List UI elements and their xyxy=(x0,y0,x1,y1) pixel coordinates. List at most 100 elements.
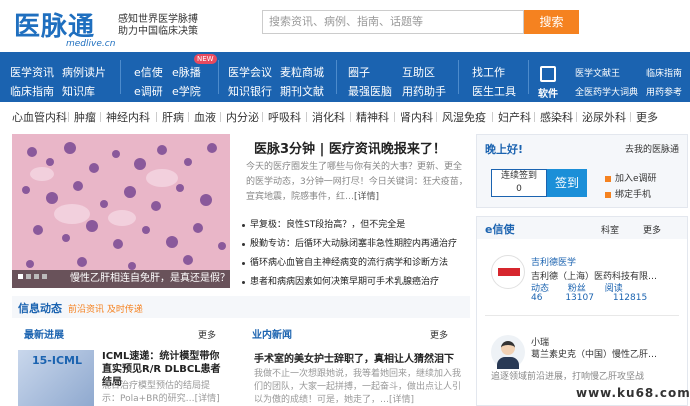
nav-e-broadcast[interactable]: e脉播 xyxy=(172,64,201,80)
nav-e-academy[interactable]: e学院 xyxy=(172,83,201,99)
category-divider xyxy=(394,112,395,122)
nav-drug-assistant[interactable]: 用药助手 xyxy=(402,83,446,99)
nav-conferences[interactable]: 医学会议 xyxy=(228,64,272,80)
new-badge: NEW xyxy=(194,54,217,64)
slogan-line-2: 助力中国临床决策 xyxy=(118,26,198,37)
news-summary: 我做不止一次想跟她说，我等着她回来，继续加入我们的团队，大家一起拼搏，一起奋斗，… xyxy=(254,369,462,405)
category-divider xyxy=(534,112,535,122)
nav-mall[interactable]: 麦粒商城 xyxy=(280,64,324,80)
news-thumbnail[interactable]: 15-ICML xyxy=(18,350,94,406)
category-divider xyxy=(220,112,221,122)
account-name[interactable]: 吉利德医学 xyxy=(531,255,576,268)
news-summary: 混合治疗模型预估的结局提示：Pola+BR的研究…[详情] xyxy=(102,381,220,404)
stat-value-fans: 13107 xyxy=(565,293,594,303)
software-icon xyxy=(540,66,556,82)
account-desc: 葛兰素史克（中国）慢性乙肝… xyxy=(531,350,658,360)
featured-title[interactable]: 医脉3分钟 | 医疗资讯晚报来了！ xyxy=(254,138,446,157)
nav-journals[interactable]: 期刊文献 xyxy=(280,83,324,99)
nav-divider xyxy=(458,60,459,94)
sign-counter-label: 连续签到 xyxy=(500,171,537,181)
nav-guidelines[interactable]: 临床指南 xyxy=(10,83,54,99)
nav-knowledge-bank[interactable]: 知识银行 xyxy=(228,83,272,99)
category-divider xyxy=(68,112,69,122)
category-psychiatry[interactable]: 精神科 xyxy=(356,109,389,125)
category-divider xyxy=(630,112,631,122)
join-survey-link[interactable]: 加入e调研 xyxy=(605,171,657,184)
thumbnail-label: 15-ICML xyxy=(32,354,82,367)
info-title: 信息动态 xyxy=(18,302,62,315)
nav-knowledge[interactable]: 知识库 xyxy=(62,83,95,99)
e-messenger-more[interactable]: 更多 xyxy=(643,223,661,236)
list-item[interactable]: 早复极：良性ST段抬高？，但不完全是 xyxy=(240,216,472,235)
nav-drug-reference[interactable]: 用药参考 xyxy=(646,85,682,98)
industry-news-more[interactable]: 更多 xyxy=(430,328,448,341)
category-respiratory[interactable]: 呼吸科 xyxy=(268,109,301,125)
category-nephrology[interactable]: 肾内科 xyxy=(400,109,433,125)
nav-jobs[interactable]: 找工作 xyxy=(472,64,505,80)
carousel-dot[interactable] xyxy=(42,274,47,279)
nav-forum[interactable]: 互助区 xyxy=(402,64,435,80)
category-infectious[interactable]: 感染科 xyxy=(540,109,573,125)
bind-phone-link[interactable]: 绑定手机 xyxy=(605,187,651,200)
latest-progress-more[interactable]: 更多 xyxy=(198,328,216,341)
category-cardiology[interactable]: 心血管内科 xyxy=(12,109,67,125)
list-item[interactable]: 循环病心血管自主神经病变的流行病学和诊断方法 xyxy=(240,254,472,273)
nav-doctor-tools[interactable]: 医生工具 xyxy=(472,83,516,99)
category-oncology[interactable]: 肿瘤 xyxy=(74,109,96,125)
sign-counter: 连续签到 0 xyxy=(491,169,547,197)
avatar[interactable] xyxy=(491,335,525,369)
featured-detail-link[interactable]: [详情] xyxy=(354,192,379,202)
category-rheumatology[interactable]: 风湿免疫 xyxy=(442,109,486,125)
slogan-line-1: 感知世界医学脉搏 xyxy=(118,14,198,25)
category-divider xyxy=(100,112,101,122)
nav-e-survey[interactable]: e调研 xyxy=(134,83,163,99)
category-more[interactable]: 更多 xyxy=(636,109,658,125)
nav-dictionary[interactable]: 全医药学大词典 xyxy=(575,85,638,98)
category-divider xyxy=(492,112,493,122)
nav-cases[interactable]: 病例读片 xyxy=(62,64,106,80)
category-hepatology[interactable]: 肝病 xyxy=(162,109,184,125)
category-gastroenterology[interactable]: 消化科 xyxy=(312,109,345,125)
news-title[interactable]: 手术室的美女护士辞职了，真相让人猜然泪下 xyxy=(254,350,454,365)
nav-literature-king[interactable]: 医学文献王 xyxy=(575,66,620,79)
search-input[interactable]: 搜索资讯、病例、指南、话题等 xyxy=(262,10,524,34)
department-filter[interactable]: 科室 xyxy=(601,223,619,236)
list-item[interactable]: 患者和病病因素如何决策早期可手术乳腺癌治疗 xyxy=(240,273,472,292)
gilead-logo[interactable] xyxy=(491,255,525,289)
category-neurology[interactable]: 神经内科 xyxy=(106,109,150,125)
category-obstetrics[interactable]: 妇产科 xyxy=(498,109,531,125)
nav-e-messenger[interactable]: e信使 xyxy=(134,64,163,80)
list-item[interactable]: 殷勤专访：后循环大动脉闭塞非急性期腔内再通治疗 xyxy=(240,235,472,254)
phone-icon xyxy=(605,191,611,198)
search-button[interactable]: 搜索 xyxy=(524,10,579,34)
nav-circles[interactable]: 圈子 xyxy=(348,64,370,80)
my-medlive-link[interactable]: 去我的医脉通 xyxy=(625,142,679,155)
industry-news-title: 业内新闻 xyxy=(252,330,292,341)
category-divider xyxy=(436,112,437,122)
plus-icon xyxy=(605,175,611,182)
account-motto: 追逐领域前沿进展，打响慢乙肝攻坚战 xyxy=(491,372,645,382)
category-hematology[interactable]: 血液 xyxy=(194,109,216,125)
nav-guideline-app[interactable]: 临床指南 xyxy=(646,66,682,79)
category-endocrinology[interactable]: 内分泌 xyxy=(226,109,259,125)
nav-news[interactable]: 医学资讯 xyxy=(10,64,54,80)
nav-divider xyxy=(336,60,337,94)
main-nav: 医学资讯 临床指南 病例读片 知识库 e信使 e调研 e脉播 e学院 NEW 医… xyxy=(0,52,690,102)
carousel-dot[interactable] xyxy=(18,274,23,279)
carousel-dot[interactable] xyxy=(26,274,31,279)
site-header: 医脉通 medlive.cn 感知世界医学脉搏 助力中国临床决策 搜索资讯、病例… xyxy=(0,0,690,52)
user-panel: 晚上好! 去我的医脉通 连续签到 0 签到 加入e调研 绑定手机 xyxy=(476,134,688,208)
greeting: 晚上好! xyxy=(485,143,524,156)
hero-carousel[interactable]: 慢性乙肝相连自免肝，是真还是假？ xyxy=(12,134,230,288)
nav-medical-brain[interactable]: 最强医脑 xyxy=(348,83,392,99)
carousel-dot[interactable] xyxy=(34,274,39,279)
category-divider xyxy=(576,112,577,122)
site-logo[interactable]: 医脉通 medlive.cn xyxy=(14,6,115,49)
gilead-logo-mark xyxy=(498,268,520,276)
bind-phone-label: 绑定手机 xyxy=(615,190,652,200)
nav-software[interactable]: 软件 xyxy=(538,85,558,100)
stat-value-reads: 112815 xyxy=(612,293,648,303)
category-urology[interactable]: 泌尿外科 xyxy=(582,109,626,125)
info-tagline: 前沿资讯 及时传递 xyxy=(68,305,143,315)
sign-in-button[interactable]: 签到 xyxy=(547,169,587,197)
